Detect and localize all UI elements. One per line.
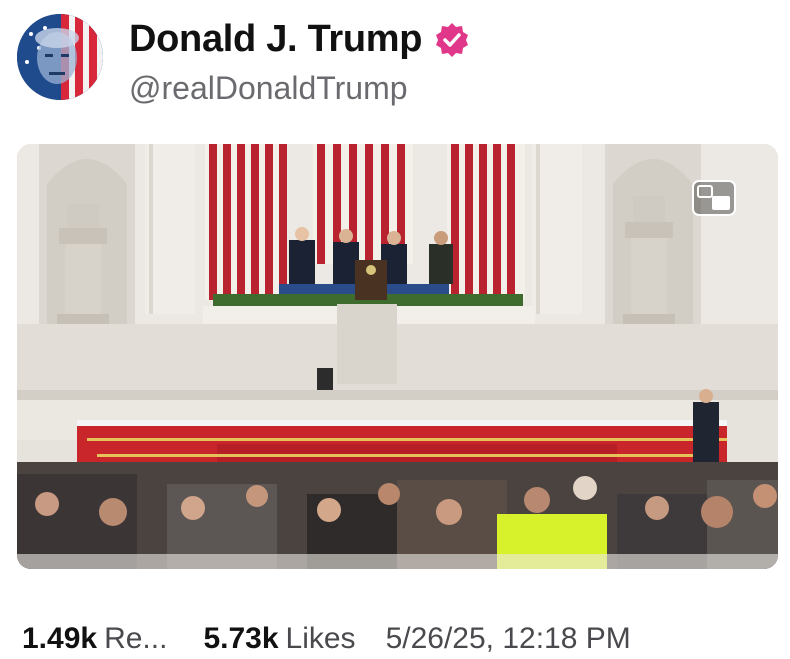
reposts-count: 1.49k: [22, 622, 98, 655]
likes-count: 5.73k: [203, 622, 279, 655]
post-stats: 1.49k Re... 5.73k Likes 5/26/25, 12:18 P…: [22, 622, 782, 656]
reposts-label: Re...: [104, 622, 168, 655]
likes-label: Likes: [285, 622, 356, 655]
post-header: Donald J. Trump @realDonaldTrump: [17, 14, 777, 106]
avatar[interactable]: [17, 14, 103, 100]
picture-in-picture-icon[interactable]: [692, 180, 736, 216]
likes-stat[interactable]: 5.73k Likes: [203, 622, 355, 656]
verified-badge-icon: [436, 22, 469, 57]
author-handle[interactable]: @realDonaldTrump: [129, 70, 408, 107]
post-timestamp[interactable]: 5/26/25, 12:18 PM: [386, 622, 631, 656]
reposts-stat[interactable]: 1.49k Re...: [22, 622, 167, 656]
display-name[interactable]: Donald J. Trump: [129, 18, 423, 61]
name-row: Donald J. Trump: [129, 18, 470, 61]
flag-portrait-avatar-icon: [17, 14, 103, 100]
video-frame: [17, 144, 778, 569]
video-media[interactable]: [17, 144, 778, 569]
